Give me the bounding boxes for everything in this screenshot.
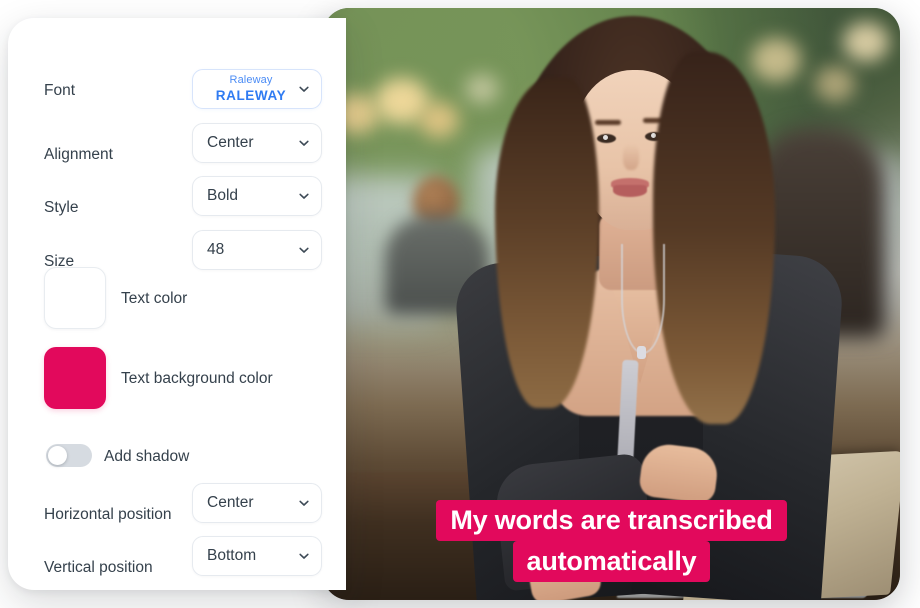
alignment-select[interactable]: Center xyxy=(192,123,322,163)
bokeh-light xyxy=(419,102,459,138)
text-background-color-label: Text background color xyxy=(121,370,273,387)
subject-hair xyxy=(653,52,775,424)
subject-nose xyxy=(623,144,639,170)
chevron-down-icon[interactable] xyxy=(297,189,311,203)
vertical-position-value: Bottom xyxy=(207,547,257,564)
caption-line[interactable]: automatically xyxy=(323,541,900,582)
bokeh-light xyxy=(465,74,499,104)
add-shadow-label: Add shadow xyxy=(104,448,190,465)
style-label: Style xyxy=(44,199,79,216)
video-preview[interactable]: My words are transcribed automatically xyxy=(323,8,900,600)
size-select[interactable]: 48 xyxy=(192,230,322,270)
vertical-position-select[interactable]: Bottom xyxy=(192,536,322,576)
chevron-down-icon[interactable] xyxy=(297,549,311,563)
caption-line[interactable]: My words are transcribed xyxy=(323,500,900,541)
font-value-stack: Raleway RALEWAY xyxy=(193,75,297,103)
horizontal-position-label: Horizontal position xyxy=(44,506,172,523)
subject-eyebrow xyxy=(595,120,621,125)
subject-necklace xyxy=(621,244,665,354)
eye-highlight xyxy=(651,133,656,138)
chevron-down-icon[interactable] xyxy=(297,136,311,150)
text-color-swatch[interactable] xyxy=(44,267,106,329)
chevron-down-icon[interactable] xyxy=(297,243,311,257)
bokeh-light xyxy=(843,22,889,62)
font-preview-text: RALEWAY xyxy=(215,87,287,103)
subject-lips xyxy=(613,185,647,197)
alignment-label: Alignment xyxy=(44,146,113,163)
font-name-text: Raleway xyxy=(229,74,273,87)
eye-highlight xyxy=(603,135,608,140)
caption-line-text-2[interactable]: automatically xyxy=(512,541,711,582)
text-background-color-swatch[interactable] xyxy=(44,347,106,409)
add-shadow-toggle[interactable] xyxy=(46,444,92,467)
style-value: Bold xyxy=(207,187,239,204)
caption-settings-panel: Font Raleway RALEWAY Alignment Center St… xyxy=(8,18,346,590)
font-label: Font xyxy=(44,82,76,99)
bokeh-light xyxy=(815,66,855,102)
size-value: 48 xyxy=(207,241,225,258)
caption-line-text-1[interactable]: My words are transcribed xyxy=(436,500,787,541)
text-color-label: Text color xyxy=(121,290,188,307)
toggle-knob xyxy=(48,446,67,465)
font-select[interactable]: Raleway RALEWAY xyxy=(192,69,322,109)
video-caption-editor: My words are transcribed automatically F… xyxy=(0,0,920,608)
horizontal-position-select[interactable]: Center xyxy=(192,483,322,523)
horizontal-position-value: Center xyxy=(207,494,254,511)
chevron-down-icon[interactable] xyxy=(297,82,311,96)
caption-overlay[interactable]: My words are transcribed automatically xyxy=(323,500,900,582)
bokeh-light xyxy=(751,38,801,82)
alignment-value: Center xyxy=(207,134,254,151)
chevron-down-icon[interactable] xyxy=(297,496,311,510)
subject-pendant xyxy=(637,346,646,359)
vertical-position-label: Vertical position xyxy=(44,559,153,576)
style-select[interactable]: Bold xyxy=(192,176,322,216)
